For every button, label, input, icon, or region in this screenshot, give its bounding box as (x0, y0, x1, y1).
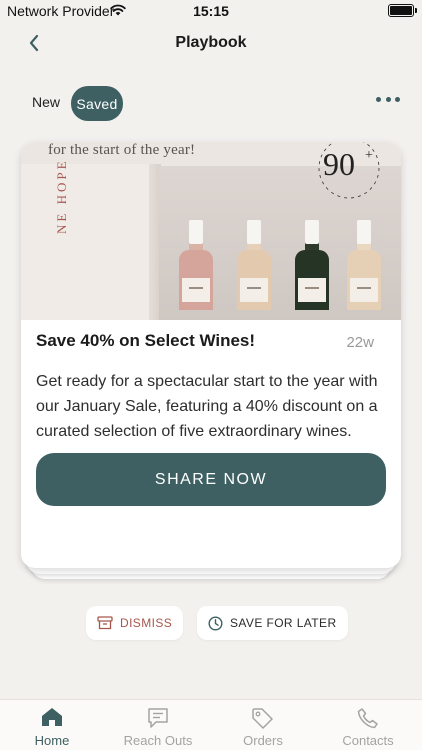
chevron-left-icon (29, 34, 39, 52)
wine-bottle (347, 220, 381, 320)
home-icon (42, 708, 62, 726)
seal-number: 90 (323, 146, 355, 182)
chat-icon (148, 708, 168, 728)
tab-home-label: Home (34, 733, 70, 748)
page-title: Playbook (175, 34, 247, 51)
status-time: 15:15 (193, 3, 229, 19)
tab-orders-label: Orders (243, 733, 283, 748)
filter-new[interactable]: New (32, 94, 60, 110)
image-brand-text: NE HOPE (54, 158, 69, 234)
tab-contacts[interactable]: Contacts (323, 700, 413, 750)
card-image: NE HOPE for the start of the year! 90 + (21, 142, 401, 320)
clock-icon (208, 615, 223, 631)
filter-saved[interactable]: Saved (71, 86, 123, 121)
tag-icon (252, 708, 273, 729)
ellipsis-icon (376, 96, 381, 102)
phone-icon (357, 708, 378, 729)
more-options-button[interactable] (376, 92, 400, 106)
tab-orders[interactable]: Orders (218, 700, 308, 750)
card-age: 22w (346, 334, 374, 351)
archive-box-icon (97, 616, 113, 630)
wine-bottle (179, 220, 213, 320)
share-now-button[interactable]: SHARE NOW (36, 453, 386, 506)
seal-plus: + (365, 148, 373, 163)
wine-bottle (237, 220, 271, 320)
status-bar: Network Provider 15:15 (0, 0, 422, 22)
dismiss-label: DISMISS (120, 616, 173, 630)
back-button[interactable] (22, 30, 46, 56)
dismiss-button[interactable]: DISMISS (86, 606, 184, 640)
playbook-card[interactable]: NE HOPE for the start of the year! 90 + … (21, 142, 401, 568)
wine-bottle (295, 220, 329, 320)
tab-contacts-label: Contacts (342, 733, 394, 748)
award-seal: 90 + (311, 142, 387, 200)
save-for-later-label: SAVE FOR LATER (230, 616, 337, 630)
battery-icon (388, 4, 417, 17)
image-caption: for the start of the year! (48, 142, 196, 158)
tab-home[interactable]: Home (7, 700, 97, 750)
tab-bar: Home Reach Outs Orders Contacts (0, 699, 422, 750)
tab-reach-outs-label: Reach Outs (123, 733, 193, 748)
card-headline: Save 40% on Select Wines! (36, 331, 256, 350)
tab-reach-outs[interactable]: Reach Outs (113, 700, 203, 750)
card-body: Get ready for a spectacular start to the… (36, 373, 378, 440)
save-for-later-button[interactable]: SAVE FOR LATER (197, 606, 348, 640)
